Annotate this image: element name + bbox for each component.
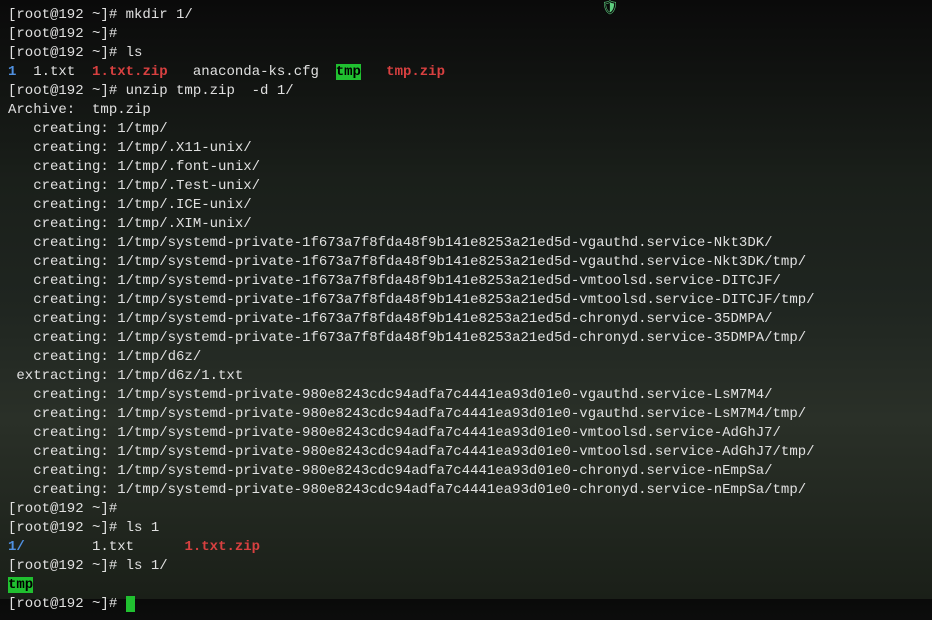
file-entry: 1.txt [33, 64, 75, 80]
output-line: creating: 1/tmp/systemd-private-980e8243… [8, 386, 924, 405]
dir-entry: tmp [336, 64, 361, 80]
output-line: Archive: tmp.zip [8, 101, 924, 120]
output-line: creating: 1/tmp/systemd-private-1f673a7f… [8, 234, 924, 253]
prompt: [root@192 ~]# [8, 7, 126, 23]
output-line: creating: 1/tmp/systemd-private-1f673a7f… [8, 291, 924, 310]
prompt: [root@192 ~]# [8, 83, 126, 99]
output-line: creating: 1/tmp/systemd-private-980e8243… [8, 443, 924, 462]
ls-output-line: 1 1.txt 1.txt.zip anaconda-ks.cfg tmp tm… [8, 63, 924, 82]
command-text: ls 1/ [126, 558, 168, 574]
dir-entry: 1/ [8, 539, 25, 555]
file-entry: anaconda-ks.cfg [193, 64, 319, 80]
prompt: [root@192 ~]# [8, 501, 126, 517]
cursor [126, 596, 135, 612]
dir-entry: 1 [8, 64, 16, 80]
output-line: creating: 1/tmp/d6z/ [8, 348, 924, 367]
prompt: [root@192 ~]# [8, 596, 126, 612]
prompt: [root@192 ~]# [8, 520, 126, 536]
command-line: [root@192 ~]# [8, 25, 924, 44]
terminal-content[interactable]: [root@192 ~]# mkdir 1/ [root@192 ~]# [ro… [0, 0, 932, 620]
dir-entry: tmp [8, 577, 33, 593]
zip-entry: 1.txt.zip [184, 539, 260, 555]
prompt: [root@192 ~]# [8, 45, 126, 61]
output-line: creating: 1/tmp/systemd-private-1f673a7f… [8, 329, 924, 348]
command-text: ls [126, 45, 143, 61]
file-entry: 1.txt [92, 539, 134, 555]
command-line: [root@192 ~]# [8, 500, 924, 519]
output-line: creating: 1/tmp/systemd-private-1f673a7f… [8, 310, 924, 329]
output-line: creating: 1/tmp/systemd-private-980e8243… [8, 424, 924, 443]
command-line: [root@192 ~]# ls 1 [8, 519, 924, 538]
output-line: extracting: 1/tmp/d6z/1.txt [8, 367, 924, 386]
zip-entry: tmp.zip [386, 64, 445, 80]
output-line: creating: 1/tmp/ [8, 120, 924, 139]
shield-icon: 🛡 [601, 0, 619, 19]
output-line: creating: 1/tmp/systemd-private-1f673a7f… [8, 272, 924, 291]
ls-output-line: 1/ 1.txt 1.txt.zip [8, 538, 924, 557]
output-line: creating: 1/tmp/systemd-private-980e8243… [8, 405, 924, 424]
ls-output-line: tmp [8, 576, 924, 595]
command-line: [root@192 ~]# unzip tmp.zip -d 1/ [8, 82, 924, 101]
command-text: unzip tmp.zip -d 1/ [126, 83, 294, 99]
output-line: creating: 1/tmp/.font-unix/ [8, 158, 924, 177]
zip-entry: 1.txt.zip [92, 64, 168, 80]
output-line: creating: 1/tmp/.Test-unix/ [8, 177, 924, 196]
prompt: [root@192 ~]# [8, 558, 126, 574]
command-line: [root@192 ~]# ls [8, 44, 924, 63]
command-line: [root@192 ~]# [8, 595, 924, 614]
prompt: [root@192 ~]# [8, 26, 126, 42]
output-line: creating: 1/tmp/systemd-private-980e8243… [8, 481, 924, 500]
output-line: creating: 1/tmp/systemd-private-980e8243… [8, 462, 924, 481]
output-line: creating: 1/tmp/.XIM-unix/ [8, 215, 924, 234]
command-line: [root@192 ~]# ls 1/ [8, 557, 924, 576]
output-line: creating: 1/tmp/.ICE-unix/ [8, 196, 924, 215]
command-text: mkdir 1/ [126, 7, 193, 23]
output-line: creating: 1/tmp/systemd-private-1f673a7f… [8, 253, 924, 272]
unzip-output: Archive: tmp.zip creating: 1/tmp/ creati… [8, 101, 924, 500]
command-line: [root@192 ~]# mkdir 1/ [8, 6, 924, 25]
command-text: ls 1 [126, 520, 160, 536]
output-line: creating: 1/tmp/.X11-unix/ [8, 139, 924, 158]
